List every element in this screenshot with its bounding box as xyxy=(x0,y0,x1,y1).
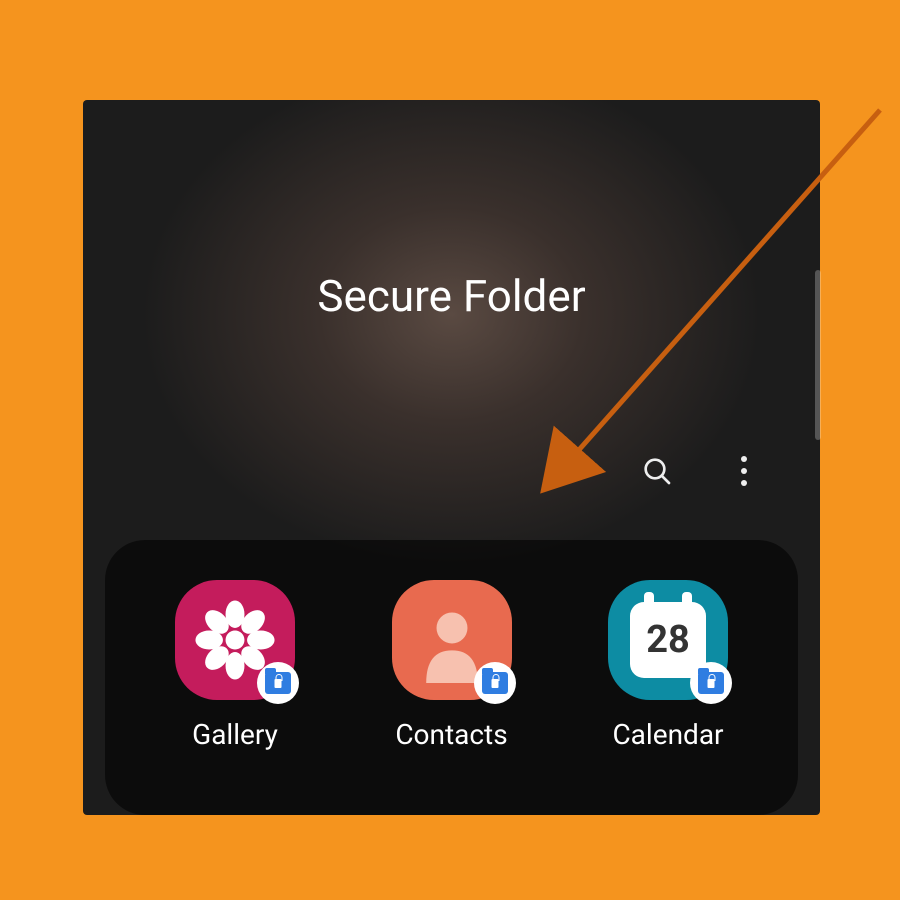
calendar-day: 28 xyxy=(630,602,706,678)
app-label: Contacts xyxy=(395,718,507,751)
app-gallery[interactable]: Gallery xyxy=(165,580,305,815)
scrollbar[interactable] xyxy=(815,270,821,440)
app-contacts[interactable]: Contacts xyxy=(382,580,522,815)
plus-icon xyxy=(554,454,586,488)
app-label: Calendar xyxy=(612,718,723,751)
secure-badge-icon xyxy=(474,662,516,704)
more-options-button[interactable] xyxy=(728,455,760,487)
calendar-icon: 28 xyxy=(608,580,728,700)
secure-badge-icon xyxy=(690,662,732,704)
search-button[interactable] xyxy=(641,455,673,487)
secure-badge-icon xyxy=(257,662,299,704)
more-options-icon xyxy=(741,456,747,462)
search-icon xyxy=(641,454,673,488)
app-calendar[interactable]: 28 Calendar xyxy=(598,580,738,815)
action-row xyxy=(554,455,760,487)
app-label: Gallery xyxy=(192,718,278,751)
page-title: Secure Folder xyxy=(83,270,820,322)
gallery-icon xyxy=(175,580,295,700)
app-tray: Gallery Contacts 28 Calendar xyxy=(105,540,798,815)
contacts-icon xyxy=(392,580,512,700)
secure-folder-screen: Secure Folder xyxy=(83,100,820,815)
add-button[interactable] xyxy=(554,455,586,487)
